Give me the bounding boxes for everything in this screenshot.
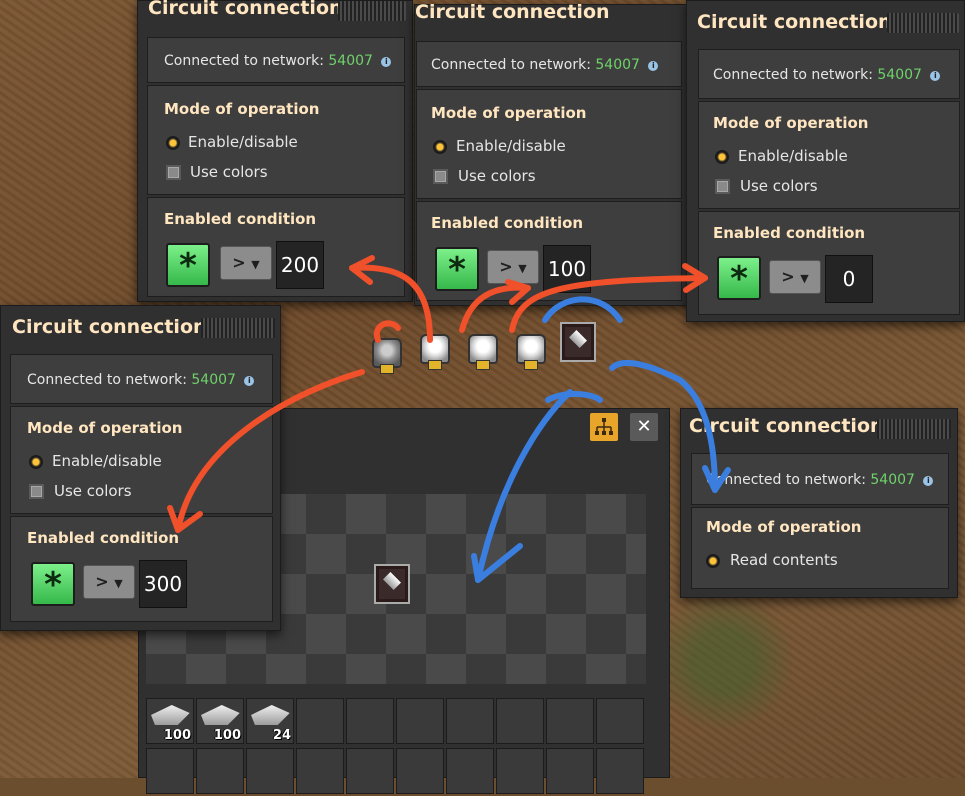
red-arrows — [167, 255, 708, 533]
blue-arrows — [471, 296, 731, 583]
annotation-arrows — [167, 255, 731, 583]
